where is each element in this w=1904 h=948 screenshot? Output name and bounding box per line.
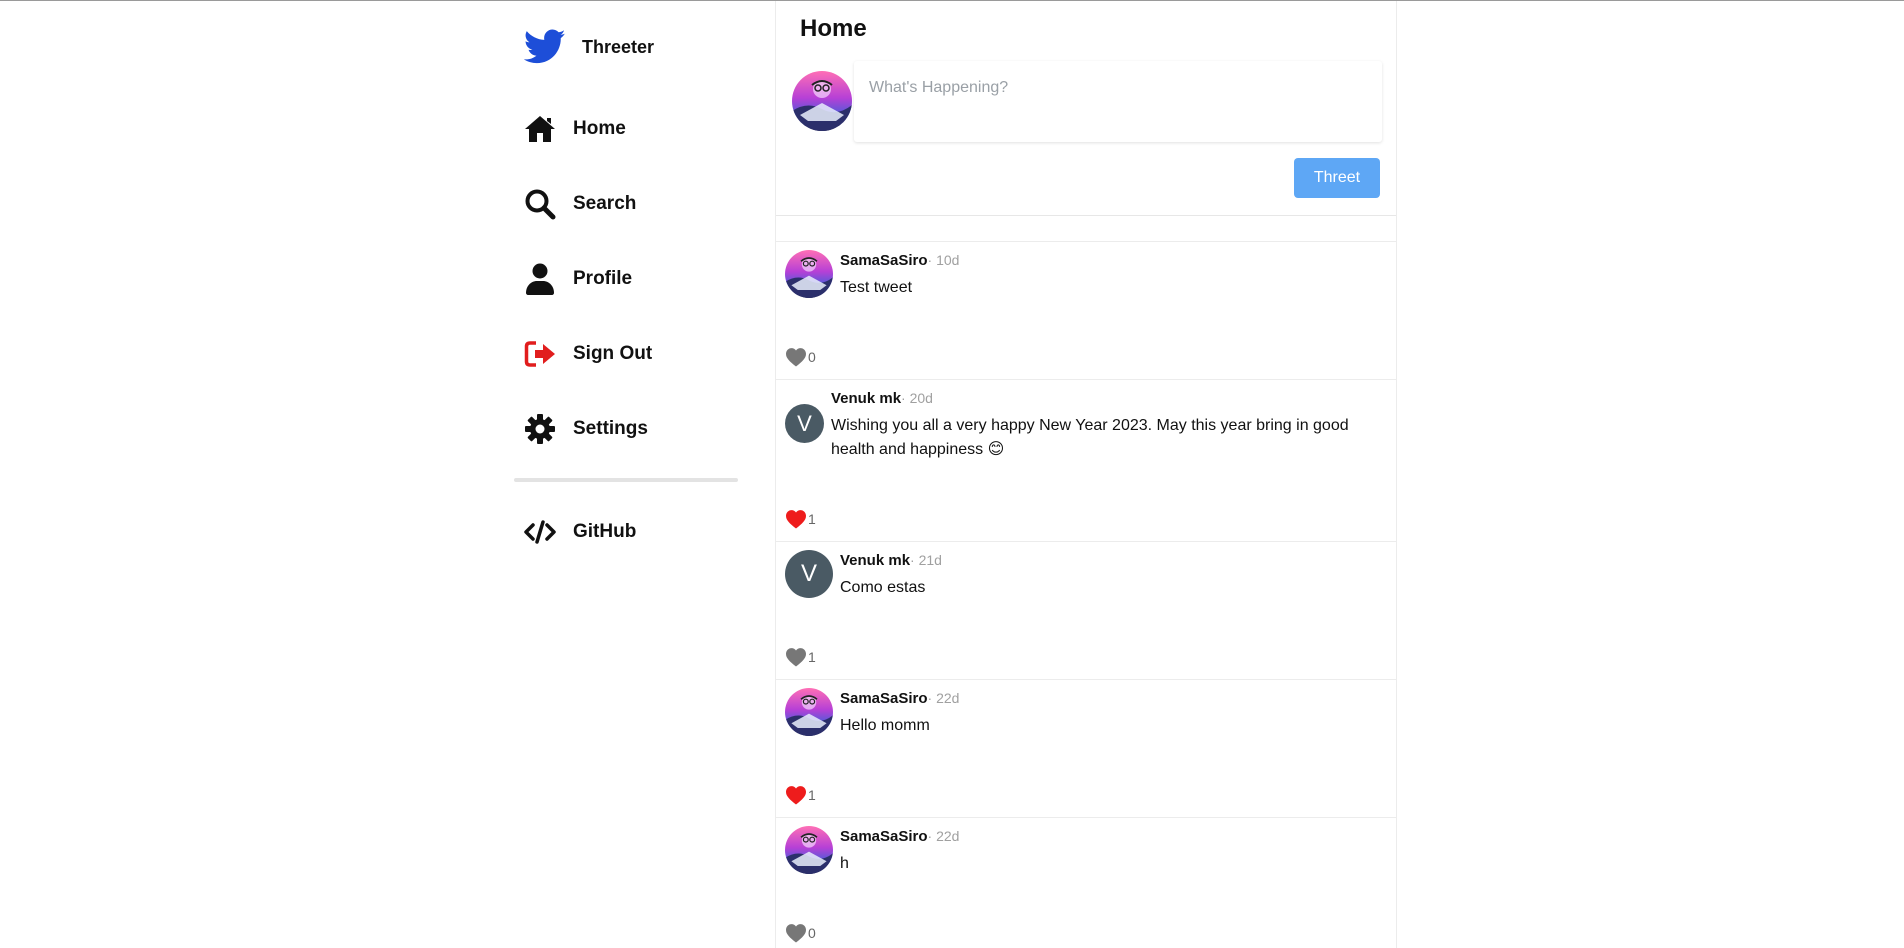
tweet[interactable]: SamaSaSiro· 10d Test tweet 0 (776, 241, 1396, 379)
like-count: 1 (808, 787, 816, 803)
tweet[interactable]: V Venuk mk· 20d Wishing you all a very h… (776, 379, 1396, 541)
app-name: Threeter (582, 36, 655, 57)
heart-icon (785, 647, 807, 667)
tweet-time: · 22d (927, 828, 960, 844)
heart-icon (785, 923, 807, 943)
gear-icon (524, 413, 556, 445)
code-icon (524, 516, 556, 548)
avatar[interactable]: V (785, 404, 824, 443)
sidebar-item-label: Sign Out (573, 343, 653, 364)
sidebar-item-profile[interactable]: Profile (524, 259, 734, 299)
tweet-time: · 10d (927, 252, 960, 268)
tweet-text: Como estas (840, 579, 926, 596)
tweet[interactable]: SamaSaSiro· 22d Hello momm 1 (776, 679, 1396, 817)
tweet-author[interactable]: SamaSaSiro (840, 690, 928, 707)
sidebar-item-label: GitHub (573, 521, 637, 542)
sidebar-item-label: Profile (573, 268, 633, 289)
tweet-header: SamaSaSiro· 22d (840, 828, 959, 845)
tweet-feed: SamaSaSiro· 10d Test tweet 0 V Venuk mk·… (776, 241, 1396, 948)
like-button[interactable]: 0 (785, 923, 816, 943)
heart-icon (785, 509, 807, 529)
user-icon (524, 263, 556, 295)
tweet-time: · 20d (901, 390, 933, 406)
sidebar-item-home[interactable]: Home (524, 109, 734, 149)
sidebar-item-label: Search (573, 193, 637, 214)
sidebar-item-settings[interactable]: Settings (524, 409, 734, 449)
brand[interactable]: Threeter (524, 27, 654, 67)
like-button[interactable]: 0 (785, 347, 816, 367)
tweet-author[interactable]: Venuk mk (840, 552, 910, 569)
tweet-author[interactable]: Venuk mk (831, 390, 901, 407)
tweet-text: Wishing you all a very happy New Year 20… (831, 417, 1349, 458)
like-count: 0 (808, 349, 816, 365)
tweet-time: · 22d (927, 690, 960, 706)
tweet-text: Test tweet (840, 279, 913, 296)
like-button[interactable]: 1 (785, 647, 816, 667)
avatar[interactable] (785, 688, 833, 736)
tweet-header: SamaSaSiro· 22d (840, 690, 959, 707)
like-count: 0 (808, 925, 816, 941)
avatar[interactable] (785, 826, 833, 874)
tweet-author[interactable]: SamaSaSiro (840, 252, 928, 269)
tweet-header: Venuk mk· 21d (840, 552, 942, 569)
tweet-header: Venuk mk· 20d (831, 390, 933, 407)
like-count: 1 (808, 511, 816, 527)
avatar[interactable] (792, 71, 852, 131)
like-count: 1 (808, 649, 816, 665)
composer-divider (776, 215, 1396, 216)
tweet-header: SamaSaSiro· 10d (840, 252, 959, 269)
sidebar-item-sign-out[interactable]: Sign Out (524, 334, 734, 374)
home-icon (524, 113, 556, 145)
main-column: Home Threet SamaSaSiro· 10d Test tweet 0… (775, 1, 1397, 948)
sidebar-divider (514, 478, 738, 482)
like-button[interactable]: 1 (785, 785, 816, 805)
avatar[interactable] (785, 250, 833, 298)
bird-logo-icon (524, 28, 566, 66)
sidebar-item-github[interactable]: GitHub (524, 512, 734, 552)
sidebar-item-search[interactable]: Search (524, 184, 734, 224)
avatar[interactable]: V (785, 550, 833, 598)
threet-button[interactable]: Threet (1294, 158, 1380, 198)
sidebar-item-label: Home (573, 118, 626, 139)
tweet[interactable]: V Venuk mk· 21d Como estas 1 (776, 541, 1396, 679)
sidebar-item-label: Settings (573, 418, 648, 439)
heart-icon (785, 347, 807, 367)
search-icon (524, 188, 556, 220)
tweet-text: Hello momm (840, 717, 930, 734)
tweet-text: h (840, 855, 849, 872)
page-title: Home (800, 15, 867, 42)
sign-out-icon (524, 338, 556, 370)
sidebar: Threeter Home Search Profile Sign Out Se… (514, 1, 738, 948)
like-button[interactable]: 1 (785, 509, 816, 529)
compose-input[interactable] (854, 61, 1382, 142)
heart-icon (785, 785, 807, 805)
tweet[interactable]: SamaSaSiro· 22d h 0 (776, 817, 1396, 948)
tweet-time: · 21d (910, 552, 942, 568)
tweet-author[interactable]: SamaSaSiro (840, 828, 928, 845)
